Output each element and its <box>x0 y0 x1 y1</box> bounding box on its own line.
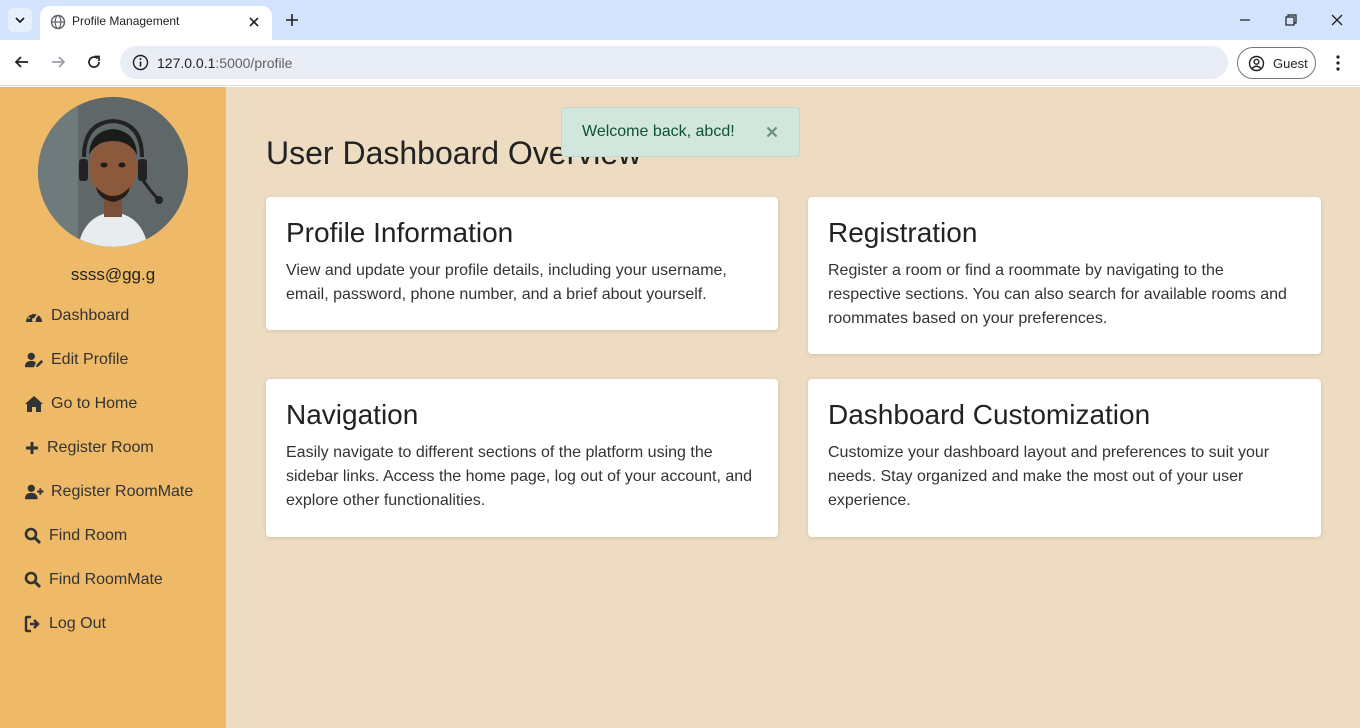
card-title: Registration <box>828 217 978 248</box>
url-text: 127.0.0.1:5000/profile <box>157 55 292 71</box>
browser-tab-strip: Profile Management <box>0 0 1360 40</box>
sidebar-item-home[interactable]: Go to Home <box>24 391 137 417</box>
avatar <box>38 97 188 247</box>
sidebar-item-register-room[interactable]: Register Room <box>24 435 154 461</box>
card-profile-information: Profile Information View and update your… <box>266 197 778 330</box>
card-title: Dashboard Customization <box>828 399 1151 430</box>
sidebar-item-register-roommate[interactable]: Register RoomMate <box>24 479 193 505</box>
card-text: Easily navigate to different sections of… <box>286 444 753 509</box>
sidebar-item-label: Go to Home <box>51 395 138 412</box>
user-edit-icon <box>24 352 44 368</box>
sidebar-item-label: Find Room <box>49 527 128 544</box>
info-icon[interactable] <box>132 54 149 71</box>
address-bar[interactable]: 127.0.0.1:5000/profile <box>120 46 1228 79</box>
card-text: Customize your dashboard layout and pref… <box>828 444 1270 509</box>
url-host: 127.0.0.1 <box>157 55 216 71</box>
sidebar: ssss@gg.g Dashboard Edit Profile Go to H… <box>0 87 226 728</box>
tab-title: Profile Management <box>72 14 180 28</box>
sidebar-item-dashboard[interactable]: Dashboard <box>24 303 129 329</box>
close-tab-icon[interactable] <box>246 14 262 30</box>
account-circle-icon <box>1248 55 1265 72</box>
chevron-down-icon <box>15 17 25 24</box>
card-navigation: Navigation Easily navigate to different … <box>266 379 778 537</box>
more-menu-icon[interactable] <box>1328 53 1348 73</box>
card-title: Profile Information <box>286 217 514 248</box>
sidebar-item-label: Register RoomMate <box>51 483 194 500</box>
toast-message: Welcome back, abcd! <box>582 123 735 140</box>
card-text: View and update your profile details, in… <box>286 262 727 303</box>
search-icon <box>24 527 42 545</box>
home-icon <box>25 396 43 412</box>
globe-icon <box>50 14 66 30</box>
browser-toolbar: 127.0.0.1:5000/profile Guest <box>0 40 1360 86</box>
new-tab-icon[interactable] <box>282 10 302 30</box>
card-dashboard-customization: Dashboard Customization Customize your d… <box>808 379 1321 537</box>
main-content: User Dashboard Overview Profile Informat… <box>226 87 1360 728</box>
sidebar-item-label: Register Room <box>47 439 154 456</box>
close-window-icon[interactable] <box>1327 10 1347 30</box>
forward-icon[interactable] <box>48 52 68 72</box>
reload-icon[interactable] <box>84 52 104 72</box>
card-registration: Registration Register a room or find a r… <box>808 197 1321 354</box>
sidebar-item-edit-profile[interactable]: Edit Profile <box>24 347 128 373</box>
close-icon[interactable] <box>764 124 780 140</box>
guest-label: Guest <box>1273 56 1308 71</box>
user-photo <box>38 97 188 247</box>
restore-icon[interactable] <box>1281 10 1301 30</box>
sidebar-item-label: Log Out <box>49 615 106 632</box>
plus-icon <box>26 442 38 454</box>
guest-profile-button[interactable]: Guest <box>1237 47 1316 79</box>
card-text: Register a room or find a roommate by na… <box>828 262 1287 327</box>
page-content: ssss@gg.g Dashboard Edit Profile Go to H… <box>0 87 1360 728</box>
tab-search-button[interactable] <box>8 8 32 32</box>
back-icon[interactable] <box>12 52 32 72</box>
url-path: :5000/profile <box>215 55 293 71</box>
sidebar-item-log-out[interactable]: Log Out <box>24 611 106 637</box>
card-title: Navigation <box>286 399 419 430</box>
browser-tab[interactable]: Profile Management <box>40 6 272 40</box>
sidebar-item-label: Edit Profile <box>51 351 129 368</box>
sidebar-item-find-room[interactable]: Find Room <box>24 523 127 549</box>
sidebar-item-label: Find RoomMate <box>49 571 163 588</box>
user-plus-icon <box>24 484 44 500</box>
welcome-toast: Welcome back, abcd! <box>561 107 800 157</box>
minimize-icon[interactable] <box>1235 10 1255 30</box>
search-icon <box>24 571 42 589</box>
sign-out-icon <box>24 615 40 633</box>
sidebar-item-label: Dashboard <box>51 307 130 324</box>
tachometer-icon <box>26 311 42 322</box>
sidebar-item-find-roommate[interactable]: Find RoomMate <box>24 567 163 593</box>
user-email: ssss@gg.g <box>70 265 156 284</box>
